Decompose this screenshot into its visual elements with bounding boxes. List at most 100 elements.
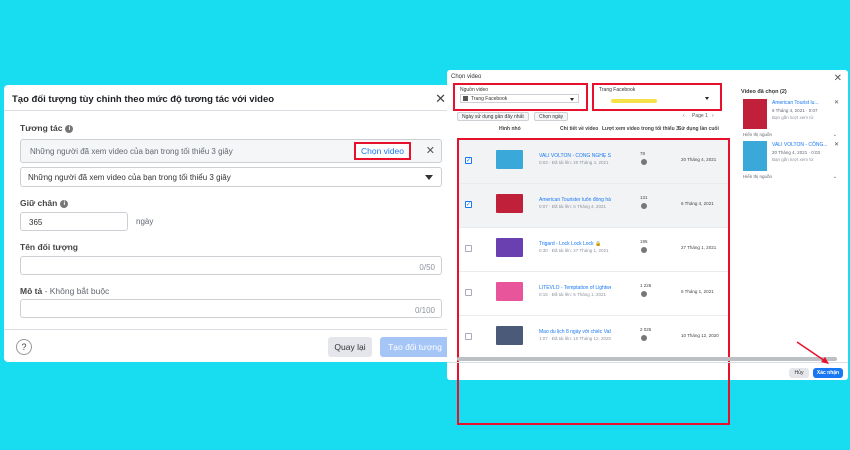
facebook-page-select[interactable]: Trang Facebook [592,83,722,111]
chevron-down-icon[interactable]: ⌄ [833,174,837,180]
retention-unit: ngày [136,217,154,226]
selected-video: American Tourist lu... 6 Tháng 4, 2021 ·… [743,99,841,138]
clear-icon[interactable]: ✕ [426,144,435,157]
description-counter: 0/100 [414,306,435,315]
audience-name-input[interactable]: 0/50 [20,256,442,275]
choose-video-button[interactable]: Chọn video [353,142,411,160]
video-last-used: 5 Tháng 1, 2021 [681,289,714,294]
video-table: ✓ VALI VOLTON - CÔNG NGHỆ STOP... 0:03 ·… [457,138,730,425]
info-icon [641,335,647,341]
row-checkbox[interactable]: ✓ [465,201,472,208]
info-icon [641,247,647,253]
help-icon[interactable]: ? [16,339,32,355]
column-last-used: Sử dụng lần cuối [678,126,719,132]
remove-icon[interactable]: ✕ [834,141,839,148]
video-source-label: Nguồn video [460,87,489,93]
video-thumbnail [496,326,523,345]
video-title[interactable]: LITEVLO - Temptation of Lightwei... [539,285,611,291]
facebook-page-label: Trang Facebook [599,87,636,93]
create-audience-button[interactable]: Tạo đối tượng [380,337,450,357]
info-icon: i [65,124,74,133]
choose-video-dialog: Chọn video ✕ Nguồn video Trang Facebook … [447,70,848,425]
info-icon [641,291,647,297]
next-page-icon[interactable]: › [712,113,714,119]
video-row[interactable]: Mao du lịch 8 ngày với chiếc Vali... 1:0… [459,316,728,360]
video-row[interactable]: Trigard - Lock Lock Lock 🔒 0:30 · Đã tải… [459,228,728,272]
cancel-button[interactable]: Hủy [789,368,809,378]
selected-videos-title: Video đã chọn (2) [741,89,787,95]
video-meta: 0:03 · Đã tải lên: 20 Tháng 4, 2021 [539,160,609,165]
video-views: 78 [640,151,646,156]
redacted-page-name [611,99,657,103]
selected-video-sub: Bạn gần lượt xem từ [772,157,814,162]
row-checkbox[interactable] [465,333,472,340]
engagement-dropdown[interactable]: Những người đã xem video của bạn trong t… [20,167,442,187]
retention-value: 365 [29,218,43,227]
video-meta: 1:07 · Đã tải lên: 10 Tháng 12, 2020 [539,336,611,341]
dialog-title: Chọn video [451,74,482,80]
video-title[interactable]: Trigard - Lock Lock Lock 🔒 [539,241,611,247]
prev-page-icon[interactable]: ‹ [683,113,685,119]
divider [4,329,450,330]
video-thumbnail [743,99,767,129]
video-row[interactable]: ✓ American Tourister luôn đồng hàn... 0:… [459,184,728,228]
selected-video-name[interactable]: American Tourist lu... [772,100,819,106]
description-input[interactable]: 0/100 [20,299,442,318]
confirm-button[interactable]: Xác nhận [813,368,843,378]
video-last-used: 6 Tháng 4, 2021 [681,201,714,206]
column-details: Chi tiết về video [560,126,599,132]
row-checkbox[interactable] [465,289,472,296]
video-views: 131 [640,195,648,200]
engagement-dropdown-value: Những người đã xem video của bạn trong t… [28,173,231,182]
chevron-down-icon [425,175,433,180]
retention-input[interactable]: 365 [20,212,128,231]
back-button[interactable]: Quay lại [328,337,372,357]
video-row[interactable]: ✓ VALI VOLTON - CÔNG NGHỆ STOP... 0:03 ·… [459,140,728,184]
video-source-select[interactable]: Nguồn video Trang Facebook [453,83,588,111]
video-thumbnail [496,194,523,213]
video-last-used: 10 Tháng 12, 2020 [681,333,719,338]
row-checkbox[interactable]: ✓ [465,157,472,164]
info-icon [641,203,647,209]
horizontal-scrollbar[interactable] [457,357,837,361]
selected-video-name[interactable]: VALI VOLTON - CÔNG... [772,142,828,148]
engagement-label: Tương tác i [20,123,74,133]
video-views: 1 226 [640,283,652,288]
close-icon[interactable]: ✕ [435,91,446,107]
retention-label: Giữ chân i [20,198,69,208]
info-icon: i [60,199,69,208]
show-source-link[interactable]: Hiển thị nguồn [743,174,772,179]
video-title[interactable]: VALI VOLTON - CÔNG NGHỆ STOP... [539,153,611,159]
video-meta: 0:07 · Đã tải lên: 6 Tháng 4, 2021 [539,204,606,209]
sort-dropdown[interactable]: Ngày sử dụng gần đây nhất [457,112,529,121]
video-last-used: 20 Tháng 4, 2021 [681,157,717,162]
engagement-selected-text: Những người đã xem video của bạn trong t… [30,147,233,156]
divider [4,110,450,111]
column-thumbnail: Hình nhỏ [499,126,521,132]
chevron-down-icon [705,97,709,100]
video-views: 2 025 [640,327,652,332]
video-last-used: 27 Tháng 1, 2021 [681,245,717,250]
close-icon[interactable]: ✕ [834,73,842,84]
video-thumbnail [496,238,523,257]
info-icon [641,159,647,165]
video-meta: 0:15 · Đã tải lên: 5 Tháng 1, 2021 [539,292,606,297]
audience-name-counter: 0/50 [419,263,435,272]
selected-video-sub: Bạn gần lượt xem từ [772,115,814,120]
video-views: 195 [640,239,648,244]
video-title[interactable]: American Tourister luôn đồng hàn... [539,197,611,203]
video-title[interactable]: Mao du lịch 8 ngày với chiếc Vali... [539,329,611,335]
chevron-down-icon[interactable]: ⌄ [833,132,837,138]
description-label: Mô tả - Không bắt buộc [20,286,110,296]
video-thumbnail [496,150,523,169]
date-picker[interactable]: Chọn ngày [534,112,569,121]
show-source-link[interactable]: Hiển thị nguồn [743,132,772,137]
row-checkbox[interactable] [465,245,472,252]
video-thumbnail [743,141,767,171]
video-row[interactable]: LITEVLO - Temptation of Lightwei... 0:15… [459,272,728,316]
column-views: Lượt xem video trong tối thiểu 3 [602,126,679,132]
selected-video-date: 6 Tháng 4, 2021 · 0:07 [772,108,818,113]
remove-icon[interactable]: ✕ [834,99,839,106]
chevron-down-icon [570,98,574,101]
video-thumbnail [496,282,523,301]
